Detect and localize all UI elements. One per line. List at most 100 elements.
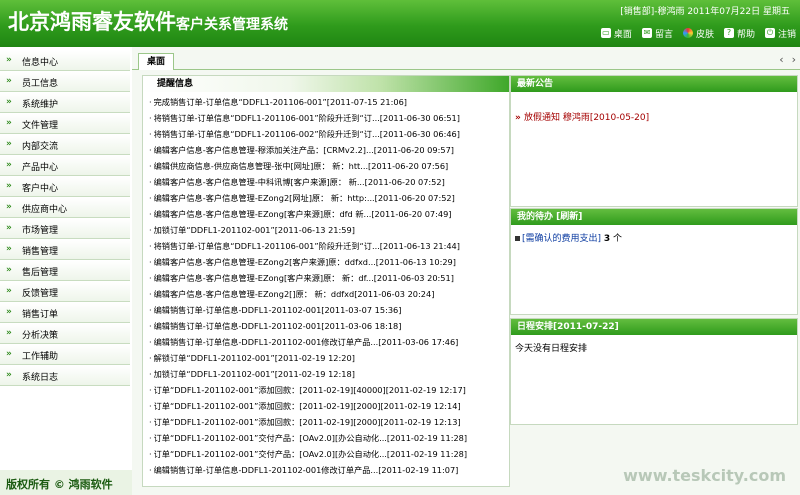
todo-count: 3 (603, 234, 611, 244)
double-chevron-icon: » (6, 265, 12, 275)
sidebar-item-communication[interactable]: » 内部交流 (0, 135, 130, 155)
double-chevron-icon: » (6, 244, 12, 254)
sidebar-item-system-maintenance[interactable]: » 系统维护 (0, 93, 130, 113)
logout-button[interactable]: ⏻ 注销 (764, 25, 796, 41)
todo-header[interactable]: 我的待办 [刷新] (511, 209, 797, 225)
sidebar-item-staff[interactable]: » 员工信息 (0, 72, 130, 92)
app-title-main: 北京鸿雨睿友软件 (8, 10, 176, 34)
list-item[interactable]: · 编辑供应商信息-供应商信息管理-张中[网址]原： 新：htt...[2011-… (149, 158, 501, 174)
sidebar-item-products[interactable]: » 产品中心 (0, 156, 130, 176)
watermark: www.teskcity.com (623, 466, 786, 485)
list-item[interactable]: · 将销售订单-订单信息“DDFL1-201106-002”阶段升迁到“订...[… (149, 126, 501, 142)
double-chevron-icon: » (6, 181, 12, 191)
list-item[interactable]: · 编辑销售订单-订单信息-DDFL1-201102-001修改订单产品...[2… (149, 462, 501, 478)
double-chevron-icon: » (515, 113, 524, 123)
list-item[interactable]: · 订单“DDFL1-201102-001”添加回款：[2011-02-19][2… (149, 398, 501, 414)
desktop-icon: ▭ (600, 28, 611, 38)
list-item[interactable]: · 编辑客户信息-客户信息管理-EZong2[]原： 新：ddfxd[2011-0… (149, 286, 501, 302)
list-item-text: 将销售订单-订单信息“DDFL1-201106-002”阶段升迁到“订...[2… (153, 129, 460, 139)
list-item[interactable]: · 编辑客户信息-客户信息管理-中科讯博[客户来源]原： 新...[2011-06… (149, 174, 501, 190)
sidebar-item-info-center[interactable]: » 信息中心 (0, 51, 130, 71)
list-item[interactable]: · 订单“DDFL1-201102-001”添加回款：[2011-02-19][4… (149, 382, 501, 398)
list-item[interactable]: · 将销售订单-订单信息“DDFL1-201106-001”阶段升迁到“订...[… (149, 110, 501, 126)
list-item[interactable]: · 解锁订单“DDFL1-201102-001”[2011-02-19 12:20… (149, 350, 501, 366)
tab-desktop[interactable]: 桌面 (138, 53, 175, 70)
sidebar-item-sales[interactable]: » 销售管理 (0, 240, 130, 260)
list-item-text: 将销售订单-订单信息“DDFL1-201106-001”阶段升迁到“订...[2… (153, 113, 460, 123)
list-item[interactable]: · 订单“DDFL1-201102-001”交付产品：[OAv2.0][办公自动化… (149, 446, 501, 462)
list-item[interactable]: · 编辑销售订单-订单信息-DDFL1-201102-001修改订单产品...[2… (149, 334, 501, 350)
todo-link[interactable]: [需确认的费用支出] (522, 234, 601, 244)
list-item-text: 编辑客户信息-客户信息管理-EZong[客户来源]原： 新：df...[2011… (153, 273, 454, 283)
skin-button[interactable]: 皮肤 (682, 25, 714, 41)
schedule-empty-text: 今天没有日程安排 (515, 344, 588, 354)
double-chevron-icon: » (6, 76, 12, 86)
tab-next-button[interactable]: › (792, 53, 796, 66)
announcement-link[interactable]: » 放假通知 穆鸿雨[2010-05-20] (515, 110, 649, 123)
list-item[interactable]: · 加锁订单“DDFL1-201102-001”[2011-06-13 21:59… (149, 222, 501, 238)
sidebar-item-label: 工作辅助 (22, 352, 59, 362)
list-item[interactable]: · 加锁订单“DDFL1-201102-001”[2011-02-19 12:18… (149, 366, 501, 382)
announcement-text: 放假通知 穆鸿雨[2010-05-20] (523, 113, 650, 123)
sidebar-item-label: 市场管理 (22, 226, 59, 236)
sidebar-item-sales-orders[interactable]: » 销售订单 (0, 303, 130, 323)
list-item-text: 加锁订单“DDFL1-201102-001”[2011-02-19 12:18] (153, 369, 355, 379)
list-item[interactable]: · 订单“DDFL1-201102-001”交付产品：[OAv2.0][办公自动化… (149, 430, 501, 446)
announcements-header: 最新公告 (511, 76, 797, 92)
message-button[interactable]: ✉ 留言 (641, 25, 673, 41)
sidebar-item-label: 信息中心 (22, 58, 59, 68)
copyright-text: 版权所有 © 鸿雨软件 (6, 478, 113, 491)
list-item[interactable]: · 编辑客户信息-客户信息管理-EZong[客户来源]原：dfd 新...[201… (149, 206, 501, 222)
main-area: 桌面 ‹ › 提醒信息 · 完成销售订单-订单信息“DDFL1-201106-001… (132, 47, 800, 495)
list-item[interactable]: · 编辑客户信息-客户信息管理-EZong2[客户来源]原：ddfxd...[20… (149, 254, 501, 270)
message-icon: ✉ (641, 28, 652, 38)
tab-prev-button[interactable]: ‹ (779, 53, 783, 66)
double-chevron-icon: » (6, 349, 12, 359)
skin-icon (682, 28, 693, 38)
list-item-text: 编辑客户信息-客户信息管理-EZong2[]原： 新：ddfxd[2011-06… (153, 289, 435, 299)
sidebar-item-customers[interactable]: » 客户中心 (0, 177, 130, 197)
double-chevron-icon: » (6, 202, 12, 212)
logout-label: 注销 (777, 29, 796, 40)
double-chevron-icon: » (6, 118, 12, 128)
list-item[interactable]: · 编辑客户信息-客户信息管理-EZong2[网址]原： 新：http:...[2… (149, 190, 501, 206)
sidebar-item-system-log[interactable]: » 系统日志 (0, 366, 130, 386)
app-title-sub: 客户关系管理系统 (176, 17, 288, 33)
announcements-title: 最新公告 (517, 79, 554, 89)
list-item[interactable]: · 完成销售订单-订单信息“DDFL1-201106-001”[2011-07-1… (149, 94, 501, 110)
tab-bar: 桌面 ‹ › (132, 53, 800, 70)
copyright-footer: 版权所有 © 鸿雨软件 (0, 470, 132, 495)
sidebar-item-files[interactable]: » 文件管理 (0, 114, 130, 134)
sidebar-item-label: 产品中心 (22, 163, 59, 173)
double-chevron-icon: » (6, 139, 12, 149)
skin-label: 皮肤 (695, 29, 714, 40)
sidebar: » 信息中心 » 员工信息 » 系统维护 » 文件管理 » 内部交流 » 产品中心 » 客户中… (0, 47, 132, 495)
sidebar-item-label: 反馈管理 (22, 289, 59, 299)
list-item[interactable]: · 编辑客户信息-客户信息管理-EZong[客户来源]原： 新：df...[201… (149, 270, 501, 286)
list-item[interactable]: · 编辑客户信息-客户信息管理-穆添加关注产品：[CRMv2.2]...[2011… (149, 142, 501, 158)
reminders-panel: 提醒信息 · 完成销售订单-订单信息“DDFL1-201106-001”[2011… (142, 75, 510, 487)
message-label: 留言 (654, 29, 673, 40)
list-item-text: 完成销售订单-订单信息“DDFL1-201106-001”[2011-07-15… (153, 97, 407, 107)
double-chevron-icon: » (6, 97, 12, 107)
list-item[interactable]: · 将销售订单-订单信息“DDFL1-201106-001”阶段升迁到“订...[… (149, 238, 501, 254)
reminders-header: 提醒信息 (143, 76, 509, 92)
sidebar-item-analysis[interactable]: » 分析决策 (0, 324, 130, 344)
sidebar-item-label: 分析决策 (22, 331, 59, 341)
sidebar-item-suppliers[interactable]: » 供应商中心 (0, 198, 130, 218)
list-item[interactable]: · 编辑销售订单-订单信息-DDFL1-201102-001[2011-03-07… (149, 302, 501, 318)
sidebar-item-after-sales[interactable]: » 售后管理 (0, 261, 130, 281)
sidebar-item-feedback[interactable]: » 反馈管理 (0, 282, 130, 302)
list-item-text: 编辑销售订单-订单信息-DDFL1-201102-001[2011-03-06 … (153, 321, 402, 331)
list-item-text: 编辑客户信息-客户信息管理-中科讯博[客户来源]原： 新...[2011-06-… (153, 177, 445, 187)
list-item-text: 将销售订单-订单信息“DDFL1-201106-001”阶段升迁到“订...[2… (153, 241, 460, 251)
tab-nav-arrows: ‹ › (771, 53, 796, 66)
list-item[interactable]: · 编辑销售订单-订单信息-DDFL1-201102-001[2011-03-06… (149, 318, 501, 334)
help-button[interactable]: ? 帮助 (723, 25, 755, 41)
desktop-button[interactable]: ▭ 桌面 (600, 25, 632, 41)
sidebar-item-marketing[interactable]: » 市场管理 (0, 219, 130, 239)
announcements-panel: 最新公告 » 放假通知 穆鸿雨[2010-05-20] (510, 75, 798, 207)
list-item[interactable]: · 订单“DDFL1-201102-001”添加回款：[2011-02-19][2… (149, 414, 501, 430)
sidebar-item-label: 内部交流 (22, 142, 59, 152)
sidebar-item-work-assist[interactable]: » 工作辅助 (0, 345, 130, 365)
